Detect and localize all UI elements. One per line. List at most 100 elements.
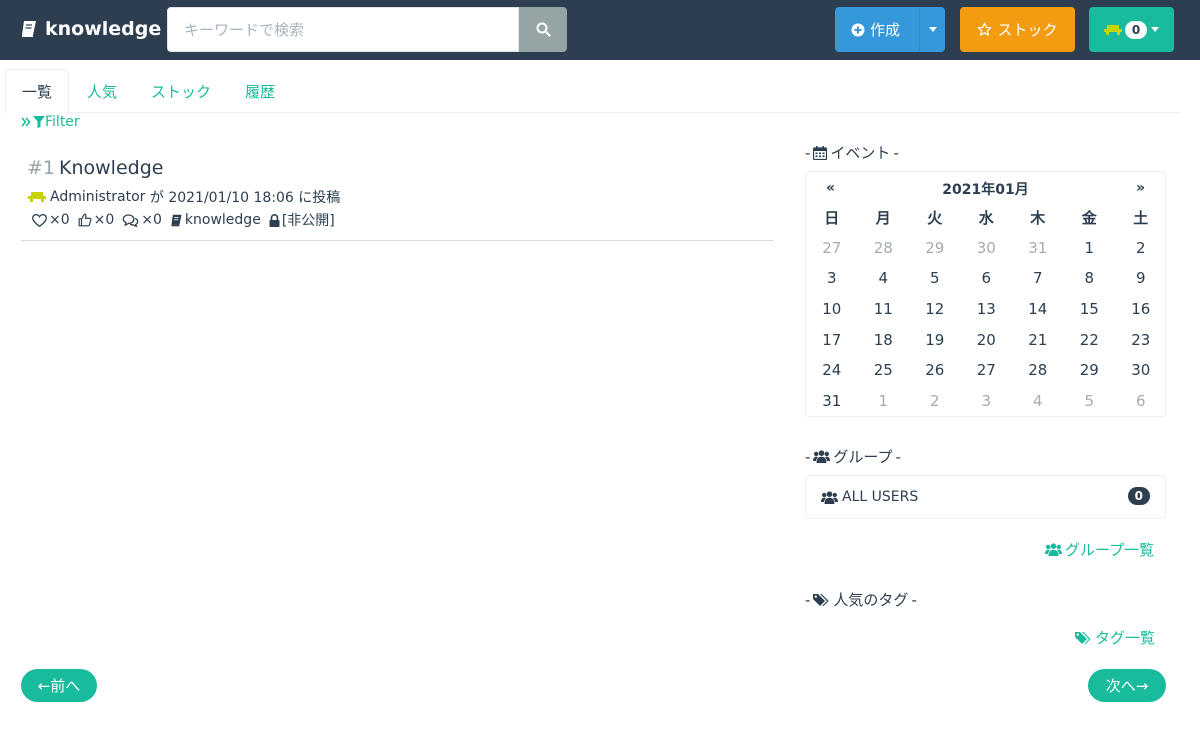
calendar-day[interactable]: 19 (909, 324, 961, 355)
calendar-day[interactable]: 31 (1012, 233, 1064, 264)
next-page-label: 次へ→ (1105, 677, 1149, 695)
calendar-day[interactable]: 5 (909, 263, 961, 294)
calendar-day[interactable]: 18 (858, 324, 910, 355)
create-button[interactable]: 作成 (835, 7, 919, 52)
filter-icon (33, 116, 45, 128)
article-stats: ×0 ×0 ×0 knowledge [非公開] (32, 210, 343, 230)
stock-label: ストック (997, 21, 1058, 39)
star-icon (978, 22, 992, 36)
heading-dash: - (893, 143, 899, 162)
search-button[interactable] (519, 7, 567, 52)
calendar-day[interactable]: 28 (858, 233, 910, 264)
calendar-weekday: 月 (875, 208, 891, 227)
brand-link[interactable]: knowledge (20, 14, 161, 44)
like-stat[interactable]: ×0 (32, 212, 70, 228)
create-dropdown-toggle[interactable] (919, 7, 945, 52)
point-stat[interactable]: ×0 (78, 212, 114, 228)
calendar-day[interactable]: 30 (1115, 355, 1167, 386)
users-icon (1045, 543, 1062, 556)
users-icon (821, 490, 838, 504)
calendar-day[interactable]: 29 (909, 233, 961, 264)
tab-stock[interactable]: ストック (143, 69, 219, 113)
next-page-button[interactable]: 次へ→ (1088, 669, 1166, 702)
calendar-day[interactable]: 5 (1064, 386, 1116, 417)
book-icon (22, 21, 36, 37)
calendar-day[interactable]: 3 (806, 263, 858, 294)
tag-list-label: タグ一覧 (1095, 629, 1156, 647)
heading-dash: - (895, 447, 901, 466)
calendar-day[interactable]: 28 (1012, 355, 1064, 386)
calendar-day[interactable]: 31 (806, 386, 858, 417)
prev-page-button[interactable]: ←前へ (21, 669, 97, 702)
calendar-day[interactable]: 3 (961, 386, 1013, 417)
list-tabs: 一覧 人気 ストック 履歴 (5, 69, 1180, 114)
calendar-day[interactable]: 10 (806, 294, 858, 325)
calendar-day[interactable]: 4 (858, 263, 910, 294)
calendar-day[interactable]: 2 (909, 386, 961, 417)
article-meta: Administrator が 2021/01/10 18:06 に投稿 (27, 187, 340, 207)
article-title: Knowledge (59, 157, 164, 179)
group-list-link[interactable]: グループ一覧 (1045, 539, 1154, 560)
group-name: ALL USERS (842, 489, 919, 505)
calendar-day[interactable]: 23 (1115, 324, 1167, 355)
events-title: イベント (830, 144, 891, 162)
event-calendar: « 2021年01月 » 日月火水木金土 27 28 29 30 31 1 2 3 4 5 6 7 8 9 1… (805, 171, 1166, 417)
template-name: knowledge (184, 212, 261, 228)
comments-icon (122, 213, 139, 227)
groups-heading: - グループ - (805, 446, 901, 467)
calendar-day[interactable]: 27 (961, 355, 1013, 386)
stock-button[interactable]: ストック (960, 7, 1075, 52)
comment-stat[interactable]: ×0 (122, 212, 162, 228)
calendar-day[interactable]: 24 (806, 355, 858, 386)
calendar-day[interactable]: 9 (1115, 263, 1167, 294)
calendar-day[interactable]: 6 (1115, 386, 1167, 417)
tab-popular[interactable]: 人気 (75, 69, 129, 113)
search-icon (536, 22, 551, 37)
comment-count: ×0 (141, 212, 162, 228)
calendar-weekday: 水 (978, 208, 994, 227)
calendar-weekday: 金 (1081, 208, 1097, 227)
calendar-day[interactable]: 11 (858, 294, 910, 325)
tab-list[interactable]: 一覧 (5, 69, 69, 114)
plus-circle-icon (851, 23, 865, 36)
calendar-day[interactable]: 17 (806, 324, 858, 355)
calendar-day[interactable]: 21 (1012, 324, 1064, 355)
calendar-day[interactable]: 27 (806, 233, 858, 264)
calendar-day[interactable]: 25 (858, 355, 910, 386)
calendar-day[interactable]: 13 (961, 294, 1013, 325)
calendar-day[interactable]: 8 (1064, 263, 1116, 294)
calendar-day[interactable]: 6 (961, 263, 1013, 294)
calendar-day[interactable]: 12 (909, 294, 961, 325)
user-menu-button[interactable]: 0 (1089, 7, 1174, 52)
group-item-all-users[interactable]: ALL USERS 0 (805, 475, 1166, 519)
heading-dash: - (805, 590, 811, 609)
calendar-day[interactable]: 4 (1012, 386, 1064, 417)
double-chevron-right-icon (21, 117, 31, 127)
search-input[interactable] (167, 7, 519, 52)
tab-history[interactable]: 履歴 (233, 69, 287, 113)
calendar-grid: 日月火水木金土 27 28 29 30 31 1 2 3 4 5 6 7 8 9 10 11 12 13 14 15 16… (806, 202, 1165, 416)
author-name[interactable]: Administrator (50, 189, 145, 205)
lock-icon (269, 213, 280, 227)
heading-dash: - (805, 447, 811, 466)
calendar-day[interactable]: 1 (1064, 233, 1116, 264)
calendar-day[interactable]: 2 (1115, 233, 1167, 264)
calendar-day[interactable]: 16 (1115, 294, 1167, 325)
tag-list-link[interactable]: タグ一覧 (1075, 627, 1155, 648)
calendar-day[interactable]: 7 (1012, 263, 1064, 294)
calendar-day[interactable]: 29 (1064, 355, 1116, 386)
calendar-weekday: 日 (824, 208, 840, 227)
calendar-day[interactable]: 26 (909, 355, 961, 386)
visibility-stat: [非公開] (269, 210, 335, 230)
article-title-link[interactable]: #1 Knowledge (27, 157, 163, 179)
tags-icon (1075, 631, 1091, 644)
calendar-next-month[interactable]: » (1136, 180, 1145, 196)
calendar-day[interactable]: 30 (961, 233, 1013, 264)
calendar-day[interactable]: 20 (961, 324, 1013, 355)
calendar-day[interactable]: 14 (1012, 294, 1064, 325)
filter-toggle[interactable]: Filter (21, 114, 80, 130)
calendar-day[interactable]: 15 (1064, 294, 1116, 325)
calendar-day[interactable]: 22 (1064, 324, 1116, 355)
thumbs-up-icon (78, 213, 92, 227)
calendar-day[interactable]: 1 (858, 386, 910, 417)
